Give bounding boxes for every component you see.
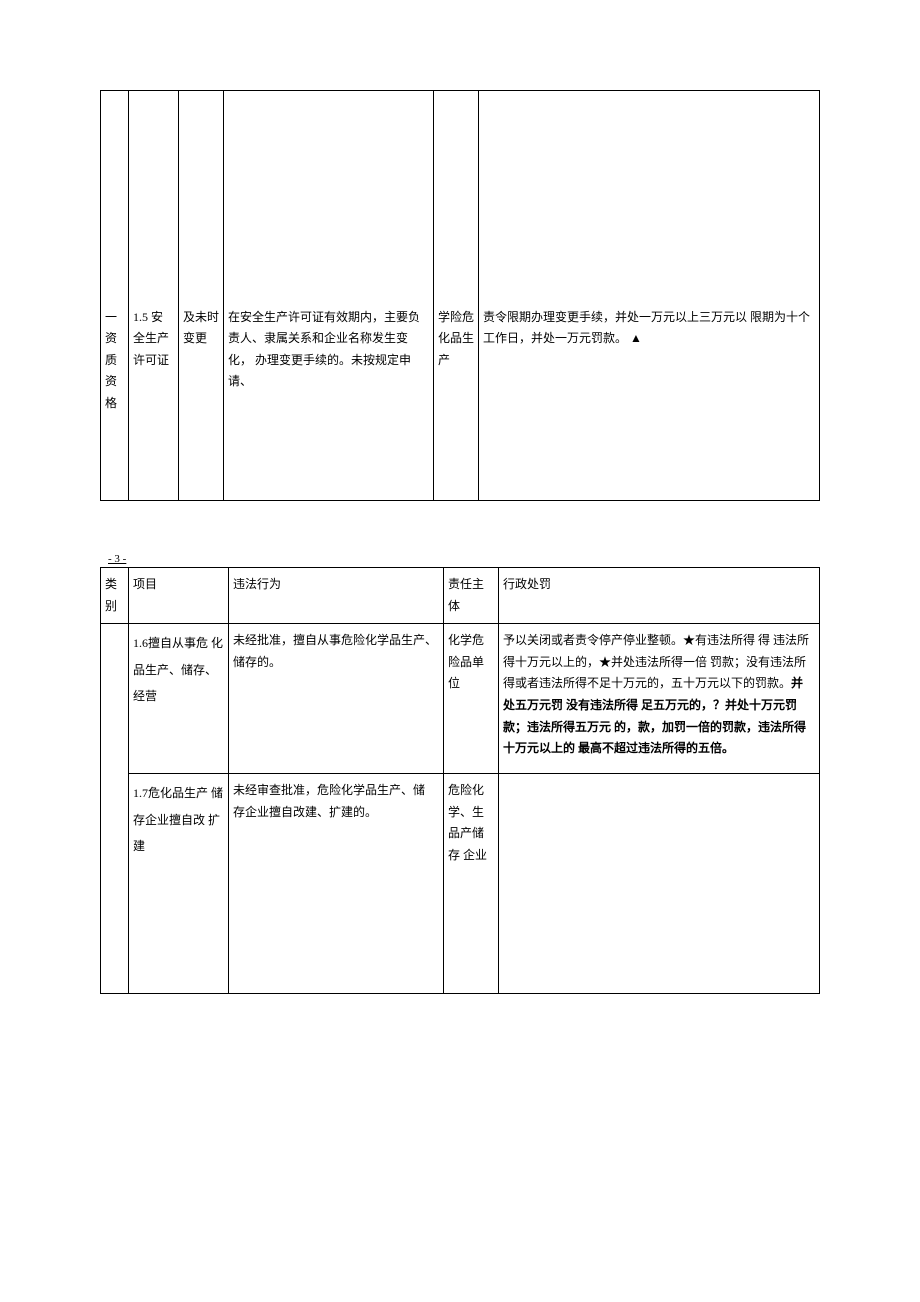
cell-penalty: 责令限期办理变更手续，并处一万元以上三万元以 限期为十个工作日，并处一万元罚款。… <box>479 301 820 501</box>
table-2: 类 别 项目 违法行为 责任主 体 行政处罚 1.6擅自从事危 化品生产、储存、… <box>100 567 820 994</box>
cell-subject: 危险化 学、生品产储存 企业 <box>444 774 499 994</box>
table-1: 一 资 质 资 格 1.5 安全生产许可证 及未时变更 在安全生产许可证有效期内… <box>100 90 820 501</box>
penalty-text-pre: 予以关闭或者责令停产停业整顿。★有违法所得 得 违法所得十万元以上的，★并处违法… <box>503 633 809 690</box>
cell-category: 一 资 质 资 格 <box>101 301 129 501</box>
table1-spacer-row <box>101 91 820 301</box>
cell-subject: 化学危 险品单 位 <box>444 624 499 774</box>
table-row: 1.7危化品生产 储存企业擅自改 扩建 未经审查批准，危险化学品生产、储 存企业… <box>101 774 820 994</box>
cell-project: 1.5 安全生产许可证 <box>129 301 179 501</box>
page-number: - 3 - <box>100 551 820 567</box>
header-category: 类 别 <box>101 568 129 624</box>
cell-penalty: 予以关闭或者责令停产停业整顿。★有违法所得 得 违法所得十万元以上的，★并处违法… <box>499 624 820 774</box>
spacer-cell <box>434 91 479 301</box>
table2-header-row: 类 别 项目 违法行为 责任主 体 行政处罚 <box>101 568 820 624</box>
table-row: 1.6擅自从事危 化品生产、储存、经营 未经批准，擅自从事危险化学品生产、储存的… <box>101 624 820 774</box>
cell-behavior: 在安全生产许可证有效期内，主要负 责人、隶属关系和企业名称发生变化， 办理变更手… <box>224 301 434 501</box>
cell-category-empty <box>101 624 129 994</box>
header-penalty: 行政处罚 <box>499 568 820 624</box>
table1-content-row: 一 资 质 资 格 1.5 安全生产许可证 及未时变更 在安全生产许可证有效期内… <box>101 301 820 501</box>
cell-sub: 及未时变更 <box>179 301 224 501</box>
spacer-cell <box>224 91 434 301</box>
spacer-cell <box>101 91 129 301</box>
table2-container: 类 别 项目 违法行为 责任主 体 行政处罚 1.6擅自从事危 化品生产、储存、… <box>0 567 920 1034</box>
spacer-cell <box>479 91 820 301</box>
header-project: 项目 <box>129 568 229 624</box>
spacer-cell <box>129 91 179 301</box>
cell-penalty <box>499 774 820 994</box>
cell-subject: 学险危 化品生 产 <box>434 301 479 501</box>
cell-project: 1.7危化品生产 储存企业擅自改 扩建 <box>129 774 229 994</box>
spacer-cell <box>179 91 224 301</box>
header-behavior: 违法行为 <box>229 568 444 624</box>
header-subject: 责任主 体 <box>444 568 499 624</box>
table1-container: 一 资 质 资 格 1.5 安全生产许可证 及未时变更 在安全生产许可证有效期内… <box>0 0 920 551</box>
cell-behavior: 未经批准，擅自从事危险化学品生产、储存的。 <box>229 624 444 774</box>
cell-behavior: 未经审查批准，危险化学品生产、储 存企业擅自改建、扩建的。 <box>229 774 444 994</box>
cell-project: 1.6擅自从事危 化品生产、储存、经营 <box>129 624 229 774</box>
